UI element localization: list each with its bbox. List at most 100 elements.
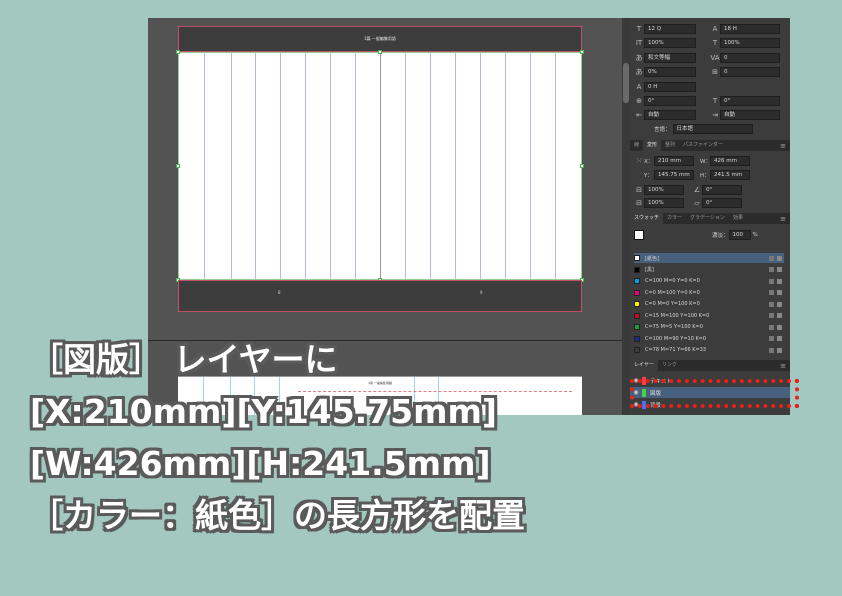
layer-row-figure[interactable]: ◉ 図版 [630,387,790,398]
process-color-icon [769,347,774,353]
swatch-row[interactable]: C=78 M=71 Y=66 K=33 [634,345,784,355]
w-label: W： [700,159,711,165]
spread-pages[interactable] [176,50,584,282]
tab-transform[interactable]: 変形 [643,140,662,151]
aki-field[interactable]: 0 [720,67,780,77]
w-field[interactable]: 426 mm [710,156,750,166]
swatch-chip [634,301,640,307]
tab-pathfinder[interactable]: パスファインダー [679,140,727,151]
selection-handle[interactable] [580,164,584,168]
h-field[interactable]: 241.5 mm [710,170,750,180]
swatch-row[interactable]: C=100 M=90 Y=10 K=0 [634,334,784,344]
panel-menu-icon[interactable]: ≡ [780,142,786,150]
tint-field[interactable]: 100 [728,230,751,240]
tab-swatches[interactable]: スウォッチ [630,213,664,224]
layers-menu-icon[interactable]: ≡ [780,362,786,370]
shear-field[interactable]: 0° [702,198,742,208]
page-number-right: 9 [480,290,483,295]
tab-layers[interactable]: レイヤー [630,360,658,371]
tab-effects[interactable]: 効果 [729,213,747,224]
font-size-field[interactable]: 12 Q [644,24,696,34]
cmyk-mode-icon [777,324,782,330]
tracking-field[interactable]: 0 [720,53,780,63]
swatch-row[interactable]: C=75 M=5 Y=100 K=0 [634,322,784,332]
rotation-field[interactable]: 0° [644,96,696,106]
eye-icon[interactable]: ◉ [630,401,642,408]
angle-icon: ∠ [693,186,701,194]
h-label: H： [700,173,710,179]
swatch-name: C=0 M=100 Y=0 K=0 [645,289,700,296]
angle-field[interactable]: 0° [702,185,742,195]
process-color-icon [769,255,774,261]
baseline-field[interactable]: 0 H [644,82,696,92]
swatch-name: C=78 M=71 Y=66 K=33 [645,347,707,353]
page-number-left: 8 [278,290,281,295]
scale-y-field[interactable]: 100% [644,198,684,208]
aki-before-field[interactable]: 自動 [644,110,696,120]
selection-handle[interactable] [176,50,180,54]
tab-align[interactable]: 整列 [661,140,679,151]
fill-stroke-icon[interactable] [634,230,644,240]
language-label: 言語： [654,127,671,133]
tab-gradient[interactable]: グラデーション [686,213,729,224]
process-color-icon [769,324,774,330]
hscale-row: T 100% [710,38,780,48]
swatch-row[interactable]: C=100 M=0 Y=0 K=0 [634,276,784,286]
x-row: ⁙ X： 210 mm W： 426 mm [634,156,750,166]
vertical-scrollbar[interactable] [622,18,630,415]
swatch-name: C=75 M=5 Y=100 K=0 [645,324,703,330]
selection-handle[interactable] [176,164,180,168]
mojikumi-icon: あ [635,54,643,62]
scale-x-icon: ⊟ [636,186,642,194]
swatch-name: [紙色] [645,255,659,262]
cmyk-mode-icon [777,278,782,284]
column-guide [530,53,531,279]
layer-row-text[interactable]: ◉ テキスト [630,375,790,386]
tab-stroke[interactable]: 線 [630,140,643,151]
process-color-icon [769,313,774,318]
selection-handle[interactable] [378,50,382,54]
x-field[interactable]: 210 mm [654,156,694,166]
mojikumi-field[interactable]: 和文等幅 [644,53,696,63]
tab-color[interactable]: カラー [663,213,686,224]
tab-links[interactable]: リンク [658,360,681,371]
y-row: Y： 145.75 mm H： 241.5 mm [644,170,750,180]
layer-name: 図版 [650,390,662,397]
aki-after-icon: ⇥ [712,111,718,119]
baseline-row: A 0 H [634,82,696,92]
swatch-row[interactable]: C=15 M=100 Y=100 K=0 [634,311,784,321]
swatch-row[interactable]: [黒] [634,265,784,275]
reference-point-icon[interactable]: ⁙ [634,157,644,165]
column-guide [330,53,331,279]
scroll-thumb[interactable] [623,63,629,103]
swatch-chip [634,255,640,261]
tsume-field[interactable]: 0% [644,67,696,77]
tint-row: 濃淡： 100 % [634,230,758,240]
swatch-name: C=100 M=0 Y=0 K=0 [645,278,700,284]
tsume-icon: あ [635,68,643,76]
skew-field[interactable]: 0° [720,96,780,106]
swatch-row[interactable]: C=0 M=100 Y=0 K=0 [634,288,784,298]
scale-x-field[interactable]: 100% [644,185,684,195]
swatch-row[interactable]: C=0 M=0 Y=100 K=0 [634,299,784,309]
aki-after-field[interactable]: 自動 [720,110,780,120]
y-field[interactable]: 145.75 mm [654,170,694,180]
leading-field[interactable]: 18 H [720,24,780,34]
column-guide [505,53,506,279]
swatches-menu-icon[interactable]: ≡ [780,215,786,223]
tracking-icon: VA [710,54,720,62]
selection-handle[interactable] [580,50,584,54]
eye-icon[interactable]: ◉ [630,389,642,396]
vertical-scale-icon: IT [635,39,643,47]
layer-row-background[interactable]: ◉ 背景 [630,399,790,410]
language-select[interactable]: 日本語 [672,124,753,134]
horizontal-scale-icon: T [712,39,718,47]
font-size-icon: T [636,25,642,33]
swatch-row[interactable]: [紙色] [634,253,784,263]
rotation-icon: ⊕ [636,97,642,105]
vertical-scale-field[interactable]: 100% [644,38,696,48]
eye-icon[interactable]: ◉ [630,377,642,384]
horizontal-scale-field[interactable]: 100% [720,38,780,48]
tint-label: 濃淡： [712,233,729,239]
layer-color-chip [642,376,646,385]
